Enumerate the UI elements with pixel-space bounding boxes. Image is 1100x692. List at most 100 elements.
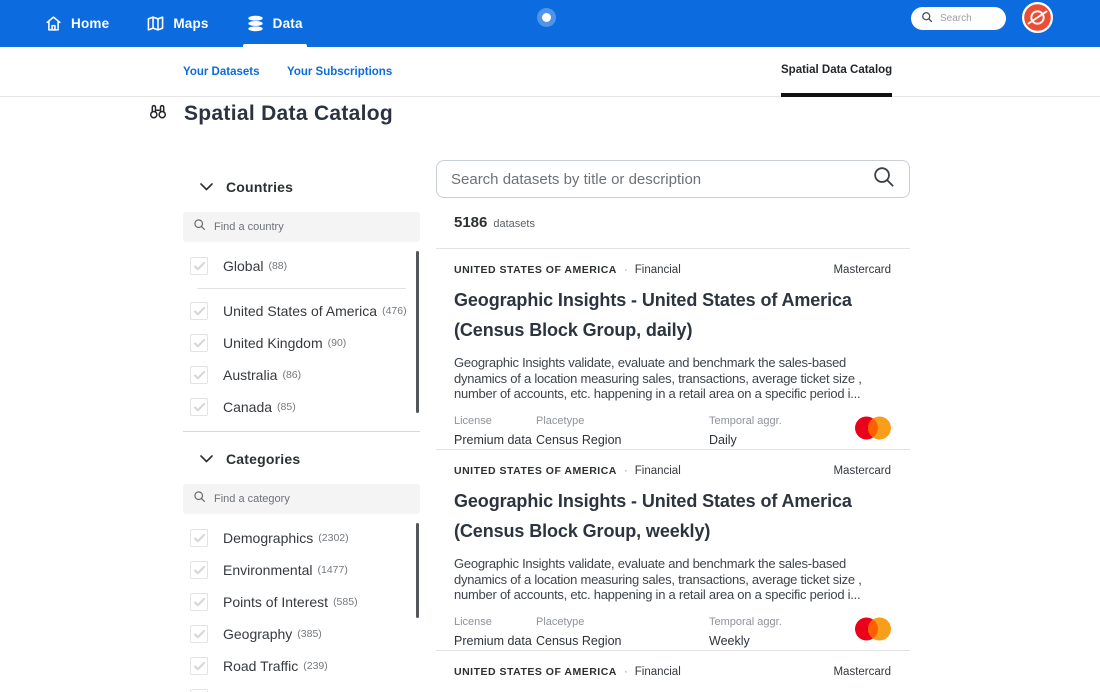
nav-item-data[interactable]: Data xyxy=(247,0,303,47)
country-option-usa[interactable]: United States of America (476) xyxy=(183,295,420,327)
country-option-canada[interactable]: Canada (85) xyxy=(183,391,420,423)
checkbox-icon[interactable] xyxy=(190,366,208,384)
category-option-demographics[interactable]: Demographics (2302) xyxy=(183,522,420,554)
meta-label: License xyxy=(454,415,536,427)
meta-value: Daily xyxy=(709,433,855,447)
meta-value: Premium data xyxy=(454,433,536,447)
category-option-road-traffic[interactable]: Road Traffic (239) xyxy=(183,650,420,682)
card-description: Geographic Insights validate, evaluate a… xyxy=(454,556,891,603)
search-icon xyxy=(921,10,933,28)
card-country: UNITED STATES OF AMERICA xyxy=(454,264,617,276)
card-category: Financial xyxy=(635,264,681,276)
country-search-input[interactable] xyxy=(214,221,410,233)
global-search-input[interactable] xyxy=(940,13,995,24)
country-option-uk[interactable]: United Kingdom (90) xyxy=(183,327,420,359)
page-title: Spatial Data Catalog xyxy=(184,102,393,126)
top-navigation-bar: Home Maps Data xyxy=(0,0,1100,47)
dataset-search[interactable] xyxy=(436,160,910,198)
card-category: Financial xyxy=(635,465,681,477)
meta-label: Temporal aggr. xyxy=(709,616,855,628)
meta-value: Census Region xyxy=(536,634,709,648)
count-badge: (2302) xyxy=(318,532,348,544)
page-header: Spatial Data Catalog xyxy=(148,101,393,126)
card-category: Financial xyxy=(635,666,681,678)
tab-spatial-data-catalog[interactable]: Spatial Data Catalog xyxy=(781,47,892,97)
count-badge: (239) xyxy=(303,660,328,672)
meta-value: Census Region xyxy=(536,433,709,447)
mastercard-logo-icon xyxy=(855,617,891,646)
categories-scrollbar[interactable] xyxy=(416,523,419,618)
categories-section-toggle[interactable]: Categories xyxy=(183,432,420,484)
global-search[interactable] xyxy=(911,7,1006,30)
category-option-points-of-interest[interactable]: Points of Interest (585) xyxy=(183,586,420,618)
checkbox-icon[interactable] xyxy=(190,657,208,675)
database-icon xyxy=(247,15,264,32)
user-avatar[interactable] xyxy=(1022,2,1053,33)
card-provider: Mastercard xyxy=(833,264,891,276)
count-badge: (476) xyxy=(382,305,407,317)
checkbox-icon[interactable] xyxy=(190,257,208,275)
tab-your-subscriptions[interactable]: Your Subscriptions xyxy=(287,47,392,97)
country-option-australia[interactable]: Australia (86) xyxy=(183,359,420,391)
card-country: UNITED STATES OF AMERICA xyxy=(454,465,617,477)
checkbox-icon[interactable] xyxy=(190,334,208,352)
nav-item-label: Data xyxy=(273,16,303,31)
countries-scrollbar[interactable] xyxy=(416,251,419,413)
categories-list: Demographics (2302) Environmental (1477)… xyxy=(183,514,420,692)
category-search-input[interactable] xyxy=(214,493,410,505)
categories-section-title: Categories xyxy=(226,451,300,467)
checkbox-icon[interactable] xyxy=(190,529,208,547)
search-icon[interactable] xyxy=(872,165,895,193)
countries-section-title: Countries xyxy=(226,179,293,195)
meta-value: Premium data xyxy=(454,634,536,648)
category-search[interactable] xyxy=(183,484,420,514)
category-option-environmental[interactable]: Environmental (1477) xyxy=(183,554,420,586)
checkbox-icon[interactable] xyxy=(190,625,208,643)
dot-separator: · xyxy=(624,666,628,678)
meta-label: Placetype xyxy=(536,415,709,427)
country-option-global[interactable]: Global (88) xyxy=(183,250,420,282)
tab-your-datasets[interactable]: Your Datasets xyxy=(183,47,259,97)
country-search[interactable] xyxy=(183,212,420,242)
checkbox-icon[interactable] xyxy=(190,398,208,416)
count-badge: (88) xyxy=(268,260,287,272)
dataset-card-weekly[interactable]: UNITED STATES OF AMERICA · Financial Mas… xyxy=(436,449,910,650)
nav-item-home[interactable]: Home xyxy=(45,0,109,47)
count-badge: (86) xyxy=(282,369,301,381)
count-badge: (1477) xyxy=(318,564,348,576)
results-count: 5186 datasets xyxy=(454,214,910,234)
card-country: UNITED STATES OF AMERICA xyxy=(454,666,617,678)
nav-item-label: Home xyxy=(71,16,109,31)
dataset-search-input[interactable] xyxy=(451,171,872,188)
meta-value: Weekly xyxy=(709,634,855,648)
dataset-card-partial[interactable]: UNITED STATES OF AMERICA · Financial Mas… xyxy=(436,650,910,692)
binoculars-icon xyxy=(148,101,168,126)
countries-section-toggle[interactable]: Countries xyxy=(183,160,420,212)
dataset-cards: UNITED STATES OF AMERICA · Financial Mas… xyxy=(436,248,910,692)
dot-separator: · xyxy=(624,465,628,477)
notification-dot xyxy=(542,13,551,22)
chevron-down-icon xyxy=(200,450,213,468)
checkbox-icon[interactable] xyxy=(190,302,208,320)
nav-item-maps[interactable]: Maps xyxy=(147,0,208,47)
count-badge: (585) xyxy=(333,596,358,608)
card-provider: Mastercard xyxy=(833,666,891,678)
mastercard-logo-icon xyxy=(855,416,891,445)
checkbox-icon[interactable] xyxy=(190,593,208,611)
card-title[interactable]: Geographic Insights - United States of A… xyxy=(454,285,891,345)
home-icon xyxy=(45,15,62,32)
map-icon xyxy=(147,15,164,32)
category-option-geography[interactable]: Geography (385) xyxy=(183,618,420,650)
count-badge: (85) xyxy=(277,401,296,413)
dot-separator: · xyxy=(624,264,628,276)
card-title[interactable]: Geographic Insights - United States of A… xyxy=(454,486,891,546)
secondary-tab-bar: Your Datasets Your Subscriptions Spatial… xyxy=(0,47,1100,97)
chevron-down-icon xyxy=(200,178,213,196)
category-option-financial[interactable]: Financial xyxy=(183,682,420,692)
checkbox-icon[interactable] xyxy=(190,561,208,579)
dataset-card-daily[interactable]: UNITED STATES OF AMERICA · Financial Mas… xyxy=(436,248,910,449)
spatial-data-catalog-page: Home Maps Data Your Datasets Your Sub xyxy=(0,0,1100,692)
card-description: Geographic Insights validate, evaluate a… xyxy=(454,355,891,402)
filters-sidebar: Countries Global (88) United States of A… xyxy=(183,160,420,692)
nav-item-label: Maps xyxy=(173,16,208,31)
